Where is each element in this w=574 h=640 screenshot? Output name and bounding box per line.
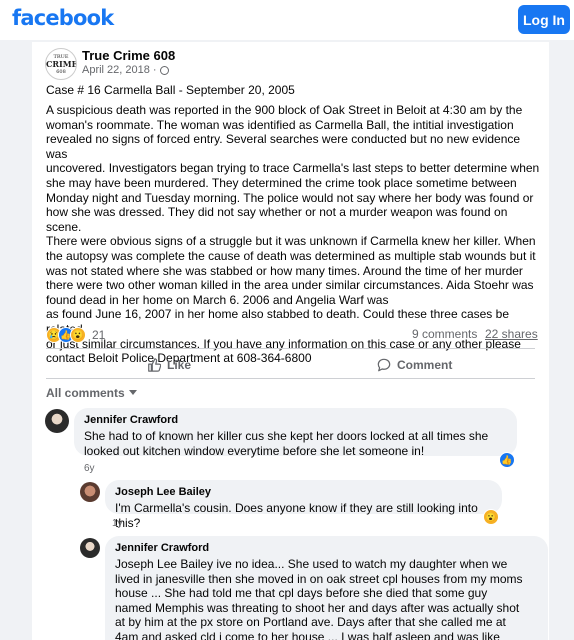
post-card: TRUE CRIME 608 True Crime 608 April 22, … <box>32 42 549 640</box>
post-body-line: A suspicious death was reported in the 9… <box>46 103 523 117</box>
commenter-name[interactable]: Joseph Lee Bailey <box>115 486 492 498</box>
comment-line: She had to of known her killer cus she k… <box>84 429 489 443</box>
divider <box>46 378 535 379</box>
top-bar: facebook Log In <box>0 0 574 40</box>
comment-text: I'm Carmella's cousin. Does anyone know … <box>115 501 478 530</box>
post-body-line: Monday night and Tuesday morning. The po… <box>46 190 534 205</box>
reaction-count: 21 <box>92 328 106 342</box>
comment-line: 4am and asked cld i come to her house ..… <box>115 629 500 640</box>
like-button[interactable]: Like <box>147 358 191 372</box>
shares-count[interactable]: 22 shares <box>485 327 538 341</box>
post-body-line: was not stated where she was stabbed or … <box>46 263 523 278</box>
post-body-line: contact Beloit Police Department at 608-… <box>46 351 312 366</box>
comment-label: Comment <box>397 358 453 372</box>
comment-line: named Memphis was threating to shoot her… <box>115 600 520 615</box>
page-name[interactable]: True Crime 608 <box>82 48 175 63</box>
divider <box>46 348 535 349</box>
post-body-line: woman's roommate. The woman was identifi… <box>46 117 514 132</box>
post-meta: April 22, 2018 · <box>82 64 169 76</box>
post-title: Case # 16 Carmella Ball - September 20, … <box>46 83 295 97</box>
post-body-line: uncovered. Investigators began trying to… <box>46 161 540 176</box>
page-avatar[interactable]: TRUE CRIME 608 <box>45 48 77 80</box>
login-button[interactable]: Log In <box>518 5 570 34</box>
like-label: Like <box>167 358 192 372</box>
globe-icon <box>159 65 169 75</box>
post-body-line: she may have been murdered. They determi… <box>46 175 517 190</box>
comment-line: Joseph Lee Bailey ive no idea... She use… <box>115 557 508 571</box>
caret-down-icon <box>128 390 137 395</box>
avatar-text-bottom: 608 <box>56 69 66 75</box>
commenter-avatar[interactable] <box>80 538 100 558</box>
comment-text: She had to of known her killer cus she k… <box>84 429 507 458</box>
comments-count[interactable]: 9 comments <box>412 327 477 341</box>
post-body-line: there were two other woman killed in the… <box>46 278 534 293</box>
comments-filter-label: All comments <box>46 386 125 400</box>
comment-button[interactable]: Comment <box>377 358 452 372</box>
post-body-line: how she was dressed. They did not say wh… <box>46 205 508 234</box>
comment-bubble: Jennifer Crawford She had to of known he… <box>74 408 517 458</box>
post-body-line: There were obvious signs of a struggle b… <box>46 234 536 249</box>
comment-line: house ... She had told me that cpl days … <box>115 586 488 601</box>
comment-bubble: Jennifer Crawford Joseph Lee Bailey ive … <box>105 536 548 640</box>
wow-icon[interactable]: 😮 <box>483 509 499 525</box>
commenter-avatar[interactable] <box>45 409 69 433</box>
reaction-summary[interactable]: 😢 👍 😮 21 <box>46 327 105 343</box>
like-icon[interactable]: 👍 <box>499 452 515 468</box>
comment-text: Joseph Lee Bailey ive no idea... She use… <box>115 557 538 640</box>
wow-icon: 😮 <box>70 327 86 343</box>
thumbs-up-icon <box>148 358 161 372</box>
comment-line: lived in janesville then she moved in on… <box>115 571 523 586</box>
comment-icon <box>377 358 391 372</box>
commenter-name[interactable]: Jennifer Crawford <box>115 542 538 554</box>
post-body-line: the autopsy was complete the cause of de… <box>46 248 536 263</box>
commenter-avatar[interactable] <box>80 482 100 502</box>
post-date[interactable]: April 22, 2018 · <box>82 64 157 76</box>
avatar-text-mid: CRIME <box>46 59 77 69</box>
commenter-name[interactable]: Jennifer Crawford <box>84 414 507 426</box>
facebook-logo[interactable]: facebook <box>12 6 114 30</box>
comment-bubble: Joseph Lee Bailey I'm Carmella's cousin.… <box>105 480 502 530</box>
comment-time[interactable]: 6y <box>84 463 95 474</box>
comment-line: at by him at the px store on Portland av… <box>115 615 506 630</box>
post-body-line: found dead in her home on March 6. 2006 … <box>46 292 389 307</box>
comment-time[interactable]: 1y <box>112 518 123 529</box>
comments-filter[interactable]: All comments <box>46 386 137 400</box>
comment-line: looked out kitchen window everytime befo… <box>84 443 425 458</box>
post-body-line: revealed no signs of forced entry. Sever… <box>46 132 521 161</box>
